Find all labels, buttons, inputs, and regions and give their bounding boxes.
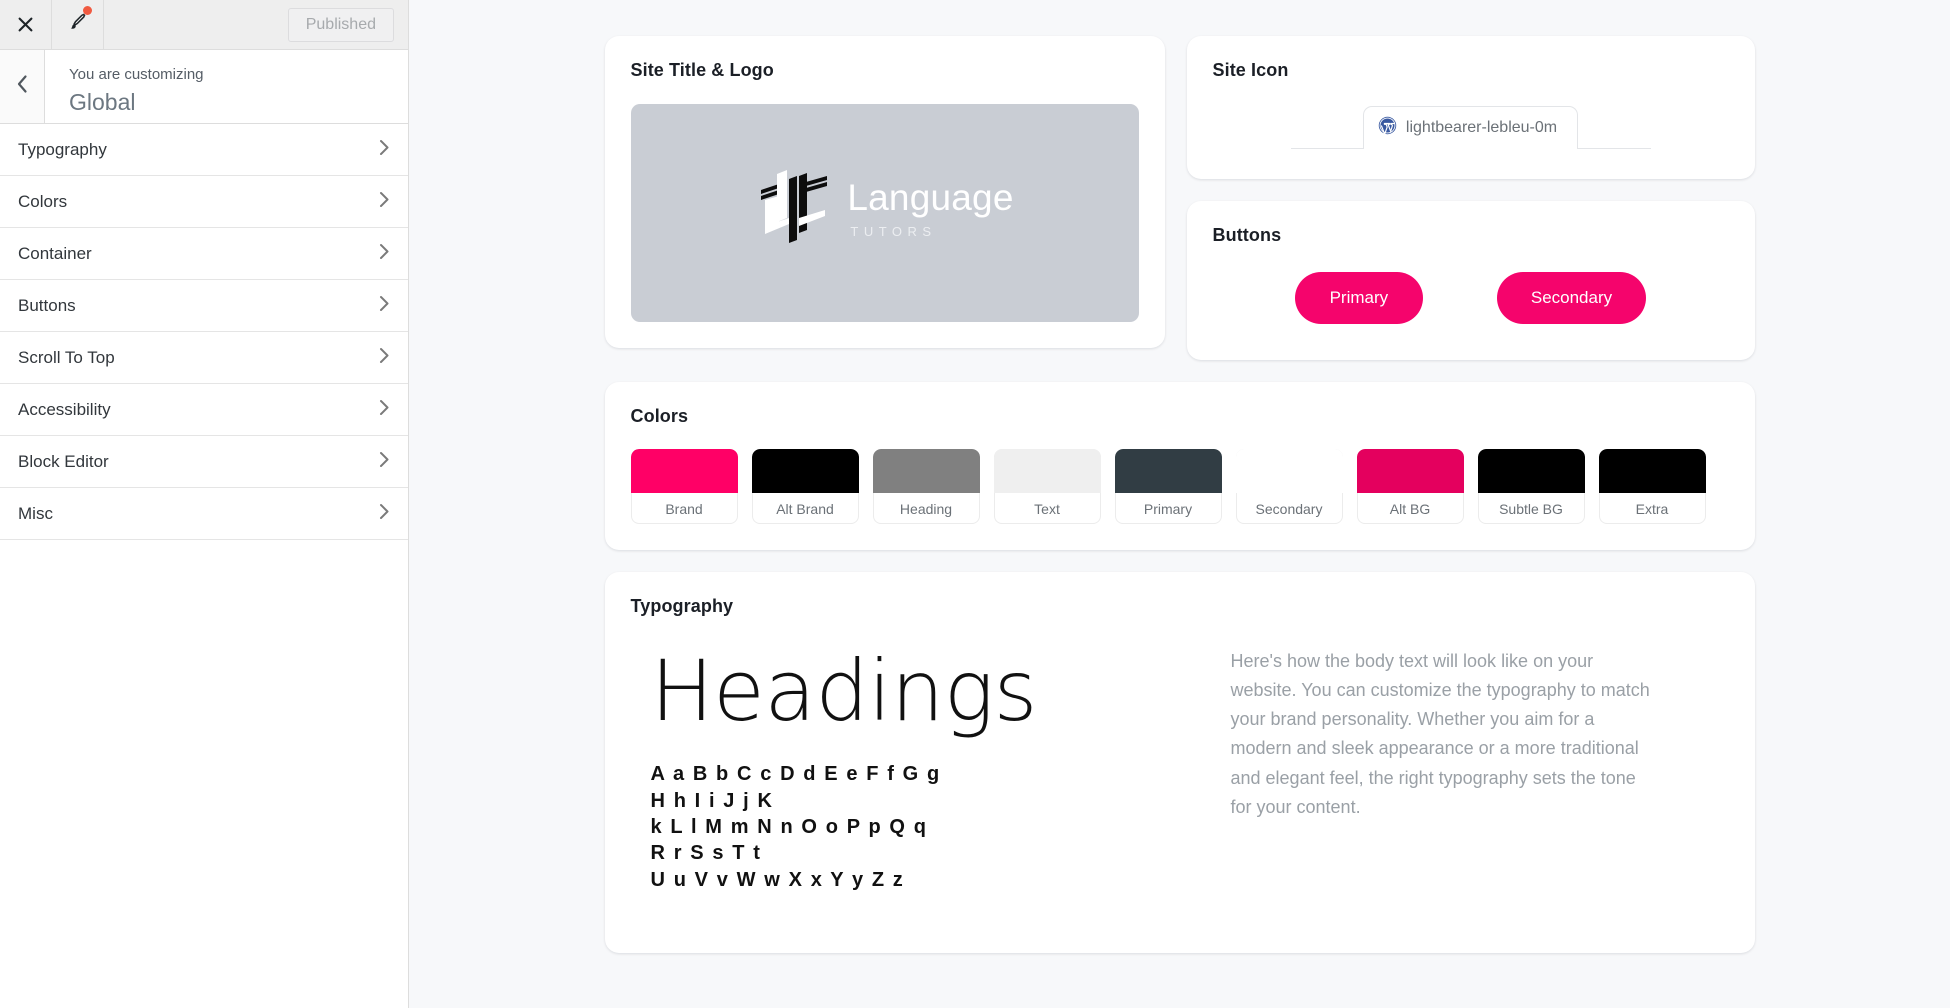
close-icon: [17, 16, 34, 33]
swatch-label: Primary: [1143, 500, 1193, 517]
sidebar-item-label: Colors: [18, 191, 68, 211]
color-swatch-primary[interactable]: Primary: [1114, 449, 1222, 524]
panel-heading: You are customizing Global: [45, 50, 204, 123]
color-swatch-alt-brand[interactable]: Alt Brand: [751, 449, 859, 524]
sidebar-item-misc[interactable]: Misc: [0, 488, 408, 540]
browser-tab: lightbearer-lebleu-0m: [1362, 106, 1579, 149]
swatch-chip: [1114, 449, 1222, 493]
chevron-right-icon: [379, 295, 390, 317]
sidebar-item-accessibility[interactable]: Accessibility: [0, 384, 408, 436]
sidebar-item-typography[interactable]: Typography: [0, 124, 408, 176]
tab-title: lightbearer-lebleu-0m: [1405, 119, 1558, 136]
swatch-label: Brand: [665, 500, 703, 517]
colors-card: Colors Brand Alt Brand Heading Text Prim…: [604, 382, 1755, 550]
chevron-right-icon: [379, 191, 390, 213]
sidebar-item-label: Accessibility: [18, 399, 111, 419]
typography-card: Typography Headings A a B b C c D d E e …: [604, 572, 1755, 954]
color-swatch-heading[interactable]: Heading: [872, 449, 980, 524]
customizer-sidebar: Published You are customizing Global Typ…: [0, 0, 409, 1008]
site-logo-mark-icon: [755, 166, 833, 253]
sidebar-item-colors[interactable]: Colors: [0, 176, 408, 228]
sidebar-item-label: Misc: [18, 503, 53, 523]
color-swatch-brand[interactable]: Brand: [630, 449, 738, 524]
wordpress-icon: [1378, 116, 1397, 140]
chevron-right-icon: [379, 243, 390, 265]
chevron-right-icon: [379, 451, 390, 473]
swatch-chip: [993, 449, 1101, 493]
sidebar-item-label: Buttons: [18, 295, 76, 315]
color-swatch-alt-bg[interactable]: Alt BG: [1356, 449, 1464, 524]
sidebar-item-label: Container: [18, 243, 92, 263]
alphabet-line-2: k L l M m N n O o P p Q q R r S s T t: [650, 815, 928, 865]
back-button[interactable]: [0, 50, 45, 123]
customizer-panel-header: You are customizing Global: [0, 50, 408, 124]
card-title: Site Icon: [1212, 60, 1289, 80]
typography-heading-sample: Headings A a B b C c D d E e F f G g H h…: [631, 647, 1201, 893]
site-preview: Site Title & Logo Language TUTORS Site I…: [409, 0, 1950, 1008]
body-text-sample: Here's how the body text will look like …: [1230, 651, 1650, 817]
swatch-label: Heading: [899, 500, 953, 517]
sidebar-item-container[interactable]: Container: [0, 228, 408, 280]
swatch-label: Text: [1034, 500, 1060, 517]
logo-subtitle: TUTORS: [850, 224, 937, 239]
swatch-chip: [872, 449, 980, 493]
published-button[interactable]: Published: [287, 7, 394, 42]
site-icon-card: Site Icon lightbearer-lebleu-0m: [1186, 36, 1755, 179]
sidebar-item-label: Typography: [18, 139, 107, 159]
browser-tab-mockup: lightbearer-lebleu-0m: [1213, 106, 1729, 149]
customizer-section-list: Typography Colors Container Buttons Scro…: [0, 124, 408, 1008]
card-title: Buttons: [1212, 225, 1282, 245]
chevron-left-icon: [16, 74, 29, 99]
logo-preview-box: Language TUTORS: [630, 104, 1139, 322]
swatch-label: Secondary: [1255, 500, 1323, 517]
card-title: Colors: [630, 406, 689, 426]
customizer-app: Published You are customizing Global Typ…: [0, 0, 1950, 1008]
site-title-logo-card: Site Title & Logo Language TUTORS: [604, 36, 1165, 348]
heading-sample-text: Headings: [650, 642, 1038, 740]
chevron-right-icon: [379, 347, 390, 369]
card-title: Site Title & Logo: [630, 60, 774, 80]
color-swatch-row: Brand Alt Brand Heading Text Primary Sec…: [630, 449, 1729, 524]
swatch-label: Subtle BG: [1499, 500, 1563, 517]
sidebar-item-buttons[interactable]: Buttons: [0, 280, 408, 332]
logo-wordmark: Language: [847, 177, 1014, 218]
secondary-button[interactable]: Secondary: [1496, 272, 1647, 324]
panel-kicker: You are customizing: [69, 66, 204, 83]
swatch-label: Alt BG: [1389, 500, 1431, 517]
brush-icon: [68, 12, 88, 37]
color-swatch-text[interactable]: Text: [993, 449, 1101, 524]
alphabet-line-3: U u V v W w X x Y y Z z: [650, 868, 905, 891]
sidebar-item-label: Scroll To Top: [18, 347, 115, 367]
primary-button[interactable]: Primary: [1294, 272, 1423, 324]
color-swatch-subtle-bg[interactable]: Subtle BG: [1477, 449, 1585, 524]
chevron-right-icon: [379, 139, 390, 161]
sidebar-item-block-editor[interactable]: Block Editor: [0, 436, 408, 488]
swatch-chip: [1356, 449, 1464, 493]
notification-dot: [83, 6, 92, 15]
swatch-chip: [630, 449, 738, 493]
buttons-card: Buttons Primary Secondary: [1186, 201, 1755, 360]
card-title: Typography: [630, 596, 734, 616]
alphabet-sample: A a B b C c D d E e F f G g H h I i J j …: [651, 761, 951, 893]
chevron-right-icon: [379, 503, 390, 525]
customize-brush-button[interactable]: [52, 0, 104, 49]
swatch-chip: [1235, 449, 1343, 493]
swatch-chip: [1598, 449, 1706, 493]
swatch-label: Alt Brand: [776, 500, 834, 517]
sidebar-item-scroll-to-top[interactable]: Scroll To Top: [0, 332, 408, 384]
sidebar-item-label: Block Editor: [18, 451, 109, 471]
swatch-label: Extra: [1635, 500, 1669, 517]
color-swatch-extra[interactable]: Extra: [1598, 449, 1706, 524]
panel-title: Global: [69, 89, 136, 115]
customizer-topbar: Published: [0, 0, 408, 50]
swatch-chip: [1477, 449, 1585, 493]
alphabet-line-1: A a B b C c D d E e F f G g H h I i J j …: [650, 763, 941, 812]
close-customizer-button[interactable]: [0, 0, 52, 49]
color-swatch-secondary[interactable]: Secondary: [1235, 449, 1343, 524]
swatch-chip: [751, 449, 859, 493]
chevron-right-icon: [379, 399, 390, 421]
